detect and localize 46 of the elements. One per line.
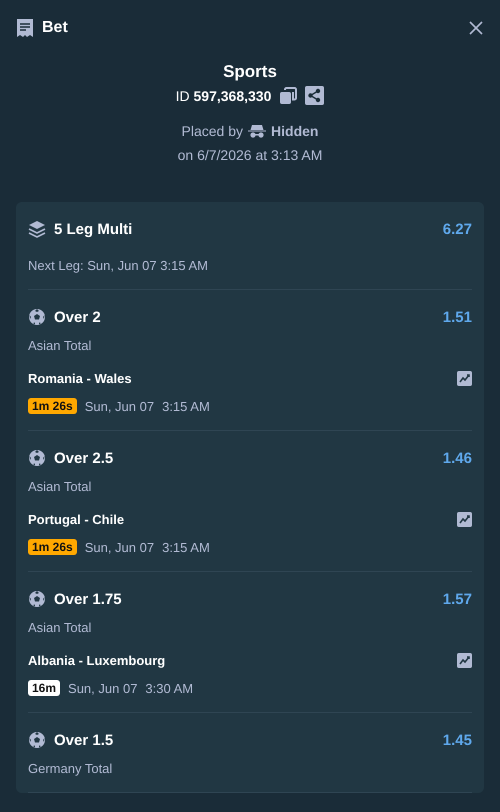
match-time: 3:30 AM xyxy=(145,680,194,696)
match-name: Portugal - Chile xyxy=(28,512,124,527)
share-button[interactable] xyxy=(305,86,324,105)
match-time: 3:15 AM xyxy=(162,398,210,414)
match-date: Sun, Jun 07 xyxy=(84,540,154,554)
leg-selection: Over 1.5 xyxy=(54,732,114,748)
match-date: Sun, Jun 07 xyxy=(68,680,138,696)
soccer-ball-icon xyxy=(28,590,46,608)
leg-selection: Over 1.75 xyxy=(54,590,122,608)
leg-odds: 1.51 xyxy=(442,308,472,326)
market-name: Asian Total xyxy=(28,338,92,353)
countdown-badge: 1m 26s xyxy=(28,539,77,555)
market-name: Asian Total xyxy=(28,479,92,494)
chart-icon[interactable] xyxy=(457,512,472,527)
leg-odds: 1.45 xyxy=(442,732,472,748)
placed-by-label: Placed by xyxy=(182,123,244,139)
leg-odds: 1.57 xyxy=(442,590,472,608)
countdown-badge: 16m xyxy=(28,680,60,696)
match-name: Albania - Luxembourg xyxy=(28,653,166,668)
soccer-ball-icon xyxy=(28,449,46,467)
match-time: 3:15 AM xyxy=(162,540,210,554)
next-leg-time: Next Leg: Sun, Jun 07 3:15 AM xyxy=(28,258,209,273)
soccer-ball-icon xyxy=(28,731,46,749)
countdown-badge: 1m 26s xyxy=(28,398,77,414)
multi-title: 5 Leg Multi xyxy=(54,220,132,238)
close-button[interactable] xyxy=(468,20,484,36)
match-name: Romania - Wales xyxy=(28,371,132,386)
bet-id: ID 597,368,330 xyxy=(176,88,272,104)
layers-icon xyxy=(28,220,46,238)
chart-icon[interactable] xyxy=(457,371,472,386)
market-name: Germany Total xyxy=(28,761,114,776)
soccer-ball-icon xyxy=(28,308,46,326)
user-name: Hidden xyxy=(271,123,318,139)
leg-odds: 1.46 xyxy=(442,450,472,466)
leg-selection: Over 2.5 xyxy=(54,450,114,466)
copy-button[interactable] xyxy=(279,86,298,104)
total-odds: 6.27 xyxy=(442,220,472,238)
match-date: Sun, Jun 07 xyxy=(84,398,154,414)
ticket-icon xyxy=(16,18,34,38)
placed-date: on 6/7/2026 at 3:13 AM xyxy=(178,147,322,163)
incognito-icon xyxy=(248,124,266,138)
market-name: Asian Total xyxy=(28,620,92,635)
panel-title: Bet xyxy=(42,19,68,37)
leg-selection: Over 2 xyxy=(54,308,101,326)
bet-category: Sports xyxy=(223,62,277,82)
chart-icon[interactable] xyxy=(457,653,472,668)
